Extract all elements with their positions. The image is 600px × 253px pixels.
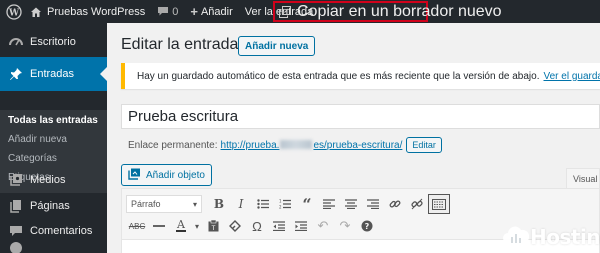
hostinet-watermark: Hostinet (503, 223, 600, 250)
site-name: Pruebas WordPress (47, 5, 146, 18)
chevron-down-icon: ▾ (192, 199, 197, 209)
permalink-row: Enlace permanente: http://prueba. es/prue… (128, 137, 442, 153)
wordpress-logo-icon[interactable]: W (0, 0, 28, 23)
notice-text: Hay un guardado automático de esta entra… (137, 70, 540, 82)
clear-formatting-icon[interactable] (224, 216, 246, 236)
svg-text:T: T (210, 225, 215, 232)
copy-to-new-draft-button[interactable]: Copiar en un borrador nuevo (273, 1, 502, 22)
permalink-url-mid: es/ (313, 139, 327, 151)
redo-icon[interactable]: ↷ (334, 216, 356, 236)
sidebar-item-posts[interactable]: Entradas (0, 57, 107, 91)
admin-bar-site[interactable]: Pruebas WordPress (28, 0, 151, 23)
add-new-post-button[interactable]: Añadir nueva (238, 36, 316, 56)
sidebar-item-label: Entradas (30, 68, 75, 80)
bold-icon[interactable]: B (208, 194, 230, 214)
strikethrough-icon[interactable]: ABC (126, 216, 148, 236)
paste-text-icon[interactable]: T (202, 216, 224, 236)
copy-draft-icon (279, 5, 291, 18)
copy-draft-label: Copiar en un borrador nuevo (297, 2, 502, 20)
sidebar-item-appearance[interactable] (0, 241, 107, 253)
comments-icon (4, 224, 28, 238)
wordpress-small-icon (4, 241, 28, 253)
svg-text:2: 2 (279, 205, 282, 210)
help-icon[interactable]: ? (356, 216, 378, 236)
unlink-icon[interactable] (406, 194, 428, 214)
permalink-label: Enlace permanente: (128, 139, 218, 151)
comment-bubble-icon (157, 6, 169, 17)
admin-sidebar: Escritorio Entradas Todas las entradas A… (0, 23, 107, 253)
text-color-icon[interactable]: A (170, 216, 192, 236)
pushpin-icon (4, 67, 28, 81)
special-character-icon[interactable]: Ω (246, 216, 268, 236)
permalink-slug: prueba-escritura (326, 139, 400, 151)
page-title: Editar la entrada (121, 36, 239, 53)
tab-visual[interactable]: Visual (566, 168, 600, 189)
admin-bar-new[interactable]: + Añadir (184, 0, 238, 23)
toolbar-toggle-icon[interactable] (428, 194, 450, 214)
add-media-icon (128, 168, 141, 183)
permalink-url-start: http://prueba. (220, 139, 280, 151)
view-autosave-link[interactable]: Ver el guardado automático (544, 71, 600, 82)
edit-permalink-button[interactable]: Editar (406, 137, 442, 153)
comments-count: 0 (172, 5, 179, 18)
indent-icon[interactable] (290, 216, 312, 236)
sidebar-item-dashboard[interactable]: Escritorio (0, 25, 107, 59)
undo-icon[interactable]: ↶ (312, 216, 334, 236)
sidebar-item-label: Páginas (30, 200, 70, 212)
submenu-item-add-new[interactable]: Añadir nueva (8, 134, 67, 145)
post-title-input[interactable]: Prueba escritura (121, 104, 600, 129)
align-left-icon[interactable] (318, 194, 340, 214)
align-center-icon[interactable] (340, 194, 362, 214)
chevron-down-icon[interactable]: ▾ (192, 216, 202, 236)
permalink-link[interactable]: http://prueba. es/prueba-escritura/ (221, 140, 403, 151)
svg-text:W: W (8, 8, 20, 18)
dashboard-icon (4, 35, 28, 49)
sidebar-item-label: Comentarios (30, 225, 93, 237)
outdent-icon[interactable] (268, 216, 290, 236)
current-menu-arrow (100, 67, 107, 81)
permalink-url-end: / (399, 139, 403, 151)
submenu-item-all-posts[interactable]: Todas las entradas (8, 115, 98, 126)
pages-icon (4, 199, 28, 213)
blockquote-icon[interactable]: “ (296, 194, 318, 214)
unordered-list-icon[interactable] (252, 194, 274, 214)
link-icon[interactable] (384, 194, 406, 214)
media-icon (4, 173, 28, 187)
plus-icon: + (190, 4, 198, 19)
autosave-notice: Hay un guardado automático de esta entra… (121, 63, 600, 89)
new-label: Añadir (200, 5, 233, 18)
format-select-value: Párrafo (131, 199, 161, 209)
admin-bar-comments[interactable]: 0 (151, 0, 184, 23)
add-media-label: Añadir objeto (146, 169, 205, 181)
format-select[interactable]: Párrafo ▾ (126, 195, 202, 213)
align-right-icon[interactable] (362, 194, 384, 214)
horizontal-line-icon[interactable] (148, 216, 170, 236)
italic-icon[interactable]: I (230, 194, 252, 214)
sidebar-item-label: Medios (30, 174, 66, 186)
sidebar-item-label: Escritorio (30, 36, 76, 48)
hostinet-cloud-logo-icon (503, 223, 530, 250)
watermark-text: Hostinet (530, 224, 600, 249)
ordered-list-icon[interactable]: 12 (274, 194, 296, 214)
svg-text:?: ? (365, 222, 370, 231)
add-media-button[interactable]: Añadir objeto (121, 164, 212, 186)
home-icon (30, 6, 42, 18)
redacted-domain (280, 140, 313, 150)
svg-text:1: 1 (279, 199, 282, 204)
